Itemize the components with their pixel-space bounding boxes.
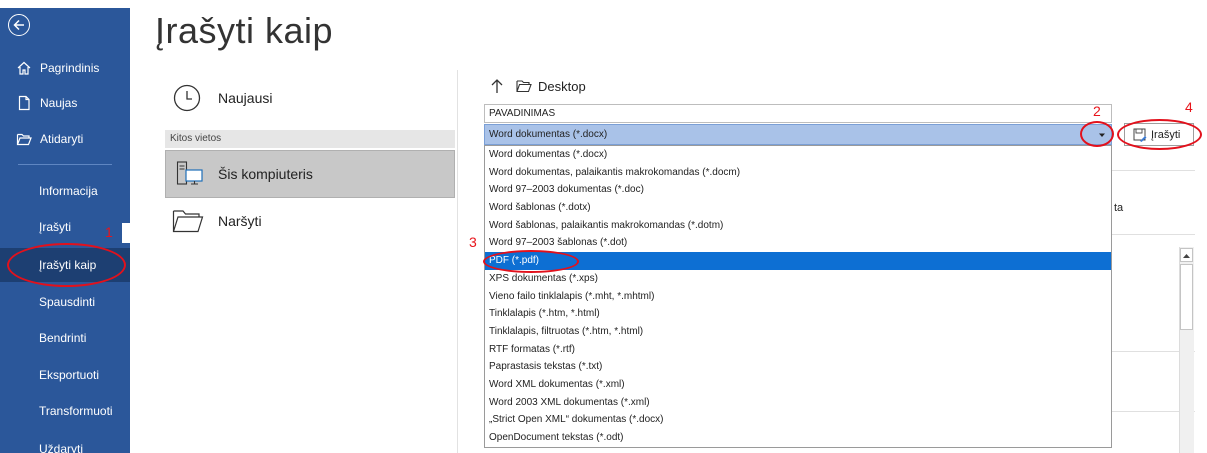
file-type-dropdown: Word dokumentas (*.docx) Word dokumentas,…: [484, 145, 1112, 448]
top-strip: [0, 0, 1207, 8]
annotation-number-1: 1: [105, 224, 113, 240]
back-arrow-icon[interactable]: [8, 14, 30, 36]
sidebar-divider: [18, 164, 112, 165]
annotation-ellipse-4: [1117, 119, 1202, 150]
file-type-option[interactable]: Word XML dokumentas (*.xml): [485, 376, 1111, 394]
background-partial-text: ta: [1114, 202, 1124, 214]
file-type-option[interactable]: Word dokumentas (*.docx): [485, 146, 1111, 164]
file-type-option[interactable]: OpenDocument tekstas (*.odt): [485, 429, 1111, 447]
file-type-option[interactable]: Word 97–2003 dokumentas (*.doc): [485, 181, 1111, 199]
background-divider: [1112, 170, 1195, 171]
annotation-backdrop: [122, 223, 151, 243]
open-folder-icon: [16, 133, 32, 146]
file-type-selected-label: Word dokumentas (*.docx): [489, 129, 608, 140]
background-divider: [1112, 234, 1195, 235]
annotation-ellipse-3: [483, 250, 579, 273]
file-type-option[interactable]: RTF formatas (*.rtf): [485, 341, 1111, 359]
breadcrumb: Desktop: [490, 78, 586, 94]
file-type-option[interactable]: Tinklalapis (*.htm, *.html): [485, 305, 1111, 323]
nav-print[interactable]: Spausdinti: [0, 285, 130, 319]
location-browse-label: Naršyti: [218, 213, 262, 229]
file-type-option[interactable]: XPS dokumentas (*.xps): [485, 270, 1111, 288]
file-type-option[interactable]: Vieno failo tinklalapis (*.mht, *.mhtml): [485, 288, 1111, 306]
home-icon: [17, 61, 31, 75]
nav-close-label: Uždaryti: [39, 442, 84, 453]
nav-info-label: Informacija: [39, 184, 98, 198]
scroll-up-button[interactable]: [1180, 248, 1193, 262]
nav-transform-label: Transformuoti: [39, 404, 113, 418]
file-type-option[interactable]: Tinklalapis, filtruotas (*.htm, *.html): [485, 323, 1111, 341]
nav-open[interactable]: Atidaryti: [0, 122, 130, 156]
annotation-ellipse-2: [1080, 121, 1114, 147]
nav-home-label: Pagrindinis: [40, 61, 100, 75]
location-recent[interactable]: Naujausi: [172, 83, 272, 113]
nav-transform[interactable]: Transformuoti: [0, 394, 130, 428]
scrollbar-thumb[interactable]: [1180, 264, 1193, 330]
nav-share[interactable]: Bendrinti: [0, 321, 130, 355]
nav-save-label: Įrašyti: [39, 220, 72, 234]
file-type-option[interactable]: Paprastasis tekstas (*.txt): [485, 358, 1111, 376]
location-this-pc-label: Šis kompiuteris: [218, 166, 313, 182]
breadcrumb-folder-label[interactable]: Desktop: [538, 79, 586, 94]
location-this-pc[interactable]: Šis kompiuteris: [165, 150, 455, 198]
file-type-option[interactable]: Word šablonas (*.dotx): [485, 199, 1111, 217]
nav-new[interactable]: Naujas: [0, 86, 130, 120]
file-type-option[interactable]: Word 2003 XML dokumentas (*.xml): [485, 394, 1111, 412]
nav-print-label: Spausdinti: [39, 295, 96, 309]
file-type-option[interactable]: Word šablonas, palaikantis makrokomandas…: [485, 217, 1111, 235]
nav-home[interactable]: Pagrindinis: [0, 51, 130, 85]
clock-icon: [173, 84, 201, 112]
nav-export[interactable]: Eksportuoti: [0, 358, 130, 392]
annotation-number-3: 3: [469, 234, 477, 250]
annotation-number-4: 4: [1185, 99, 1193, 115]
nav-info[interactable]: Informacija: [0, 174, 130, 208]
other-locations-header: Kitos vietos: [165, 130, 455, 148]
file-type-option[interactable]: „Strict Open XML“ dokumentas (*.docx): [485, 411, 1111, 429]
file-type-option[interactable]: Word 97–2003 šablonas (*.dot): [485, 234, 1111, 252]
nav-close[interactable]: Uždaryti: [0, 432, 130, 453]
new-document-icon: [18, 95, 30, 111]
panel-separator: [457, 70, 458, 453]
file-type-select[interactable]: Word dokumentas (*.docx): [484, 124, 1112, 145]
nav-open-label: Atidaryti: [40, 132, 84, 146]
annotation-ellipse-1: [7, 243, 126, 287]
nav-share-label: Bendrinti: [39, 331, 87, 345]
filename-input[interactable]: PAVADINIMAS: [484, 104, 1112, 123]
file-type-option[interactable]: Word dokumentas, palaikantis makrokomand…: [485, 164, 1111, 182]
folder-icon: [516, 80, 532, 93]
scroll-up-icon: [1183, 254, 1190, 258]
location-recent-label: Naujausi: [218, 90, 273, 106]
up-arrow-icon[interactable]: [490, 78, 504, 94]
nav-new-label: Naujas: [40, 96, 78, 110]
browse-folder-icon: [172, 210, 204, 233]
page-title: Įrašyti kaip: [155, 10, 334, 51]
annotation-number-2: 2: [1093, 103, 1101, 119]
nav-export-label: Eksportuoti: [39, 368, 100, 382]
location-browse[interactable]: Naršyti: [172, 208, 262, 234]
computer-icon: [176, 161, 203, 185]
